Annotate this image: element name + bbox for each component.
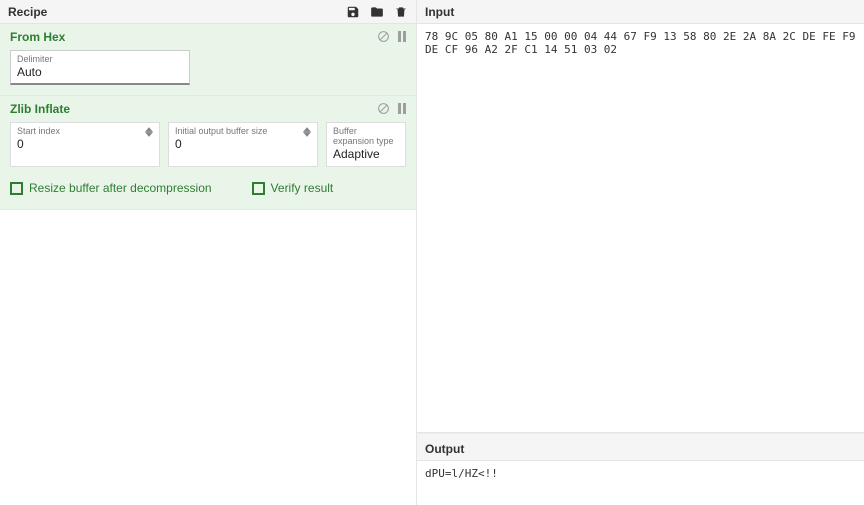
delimiter-field[interactable]: Delimiter Auto: [10, 50, 190, 85]
start-index-field[interactable]: Start index 0: [10, 122, 160, 167]
operation-zlib-inflate: Zlib Inflate Start index 0 Initial outpu…: [0, 96, 416, 210]
verify-result-checkbox[interactable]: Verify result: [252, 181, 334, 195]
zlib-checkboxes: Resize buffer after decompression Verify…: [10, 181, 406, 199]
field-value: 0: [17, 137, 153, 151]
io-panel: Input 78 9C 05 80 A1 15 00 00 04 44 67 F…: [417, 0, 864, 505]
pause-icon[interactable]: [398, 31, 406, 42]
checkbox-label: Resize buffer after decompression: [29, 181, 212, 195]
input-header: Input: [417, 0, 864, 24]
output-textarea[interactable]: dPU=l/HZ<!!: [417, 461, 864, 505]
recipe-title: Recipe: [8, 5, 346, 19]
trash-icon[interactable]: [394, 5, 408, 19]
operation-title: Zlib Inflate: [10, 102, 406, 116]
pause-icon[interactable]: [398, 103, 406, 114]
initial-buffer-field[interactable]: Initial output buffer size 0: [168, 122, 318, 167]
recipe-header: Recipe: [0, 0, 416, 24]
field-label: Initial output buffer size: [175, 126, 311, 136]
operation-controls: [377, 30, 406, 43]
input-title: Input: [425, 5, 454, 19]
disable-icon[interactable]: [377, 30, 390, 43]
field-label: Start index: [17, 126, 153, 136]
recipe-panel: Recipe From Hex Delimiter Auto: [0, 0, 417, 505]
field-value: Auto: [17, 65, 183, 79]
field-value: Adaptive: [333, 147, 399, 161]
field-value: 0: [175, 137, 311, 151]
checkbox-icon: [10, 182, 23, 195]
field-label: Delimiter: [17, 54, 183, 64]
save-icon[interactable]: [346, 5, 360, 19]
field-label: Buffer expansion type: [333, 126, 399, 146]
buffer-expansion-field[interactable]: Buffer expansion type Adaptive: [326, 122, 406, 167]
folder-icon[interactable]: [370, 5, 384, 19]
number-stepper[interactable]: [303, 127, 313, 137]
recipe-header-icons: [346, 5, 408, 19]
number-stepper[interactable]: [145, 127, 155, 137]
operation-controls: [377, 102, 406, 115]
resize-buffer-checkbox[interactable]: Resize buffer after decompression: [10, 181, 212, 195]
checkbox-label: Verify result: [271, 181, 334, 195]
output-title: Output: [425, 442, 464, 456]
input-textarea[interactable]: 78 9C 05 80 A1 15 00 00 04 44 67 F9 13 5…: [417, 24, 864, 433]
disable-icon[interactable]: [377, 102, 390, 115]
operation-title: From Hex: [10, 30, 406, 44]
operation-from-hex: From Hex Delimiter Auto: [0, 24, 416, 96]
output-header: Output: [417, 437, 864, 461]
checkbox-icon: [252, 182, 265, 195]
